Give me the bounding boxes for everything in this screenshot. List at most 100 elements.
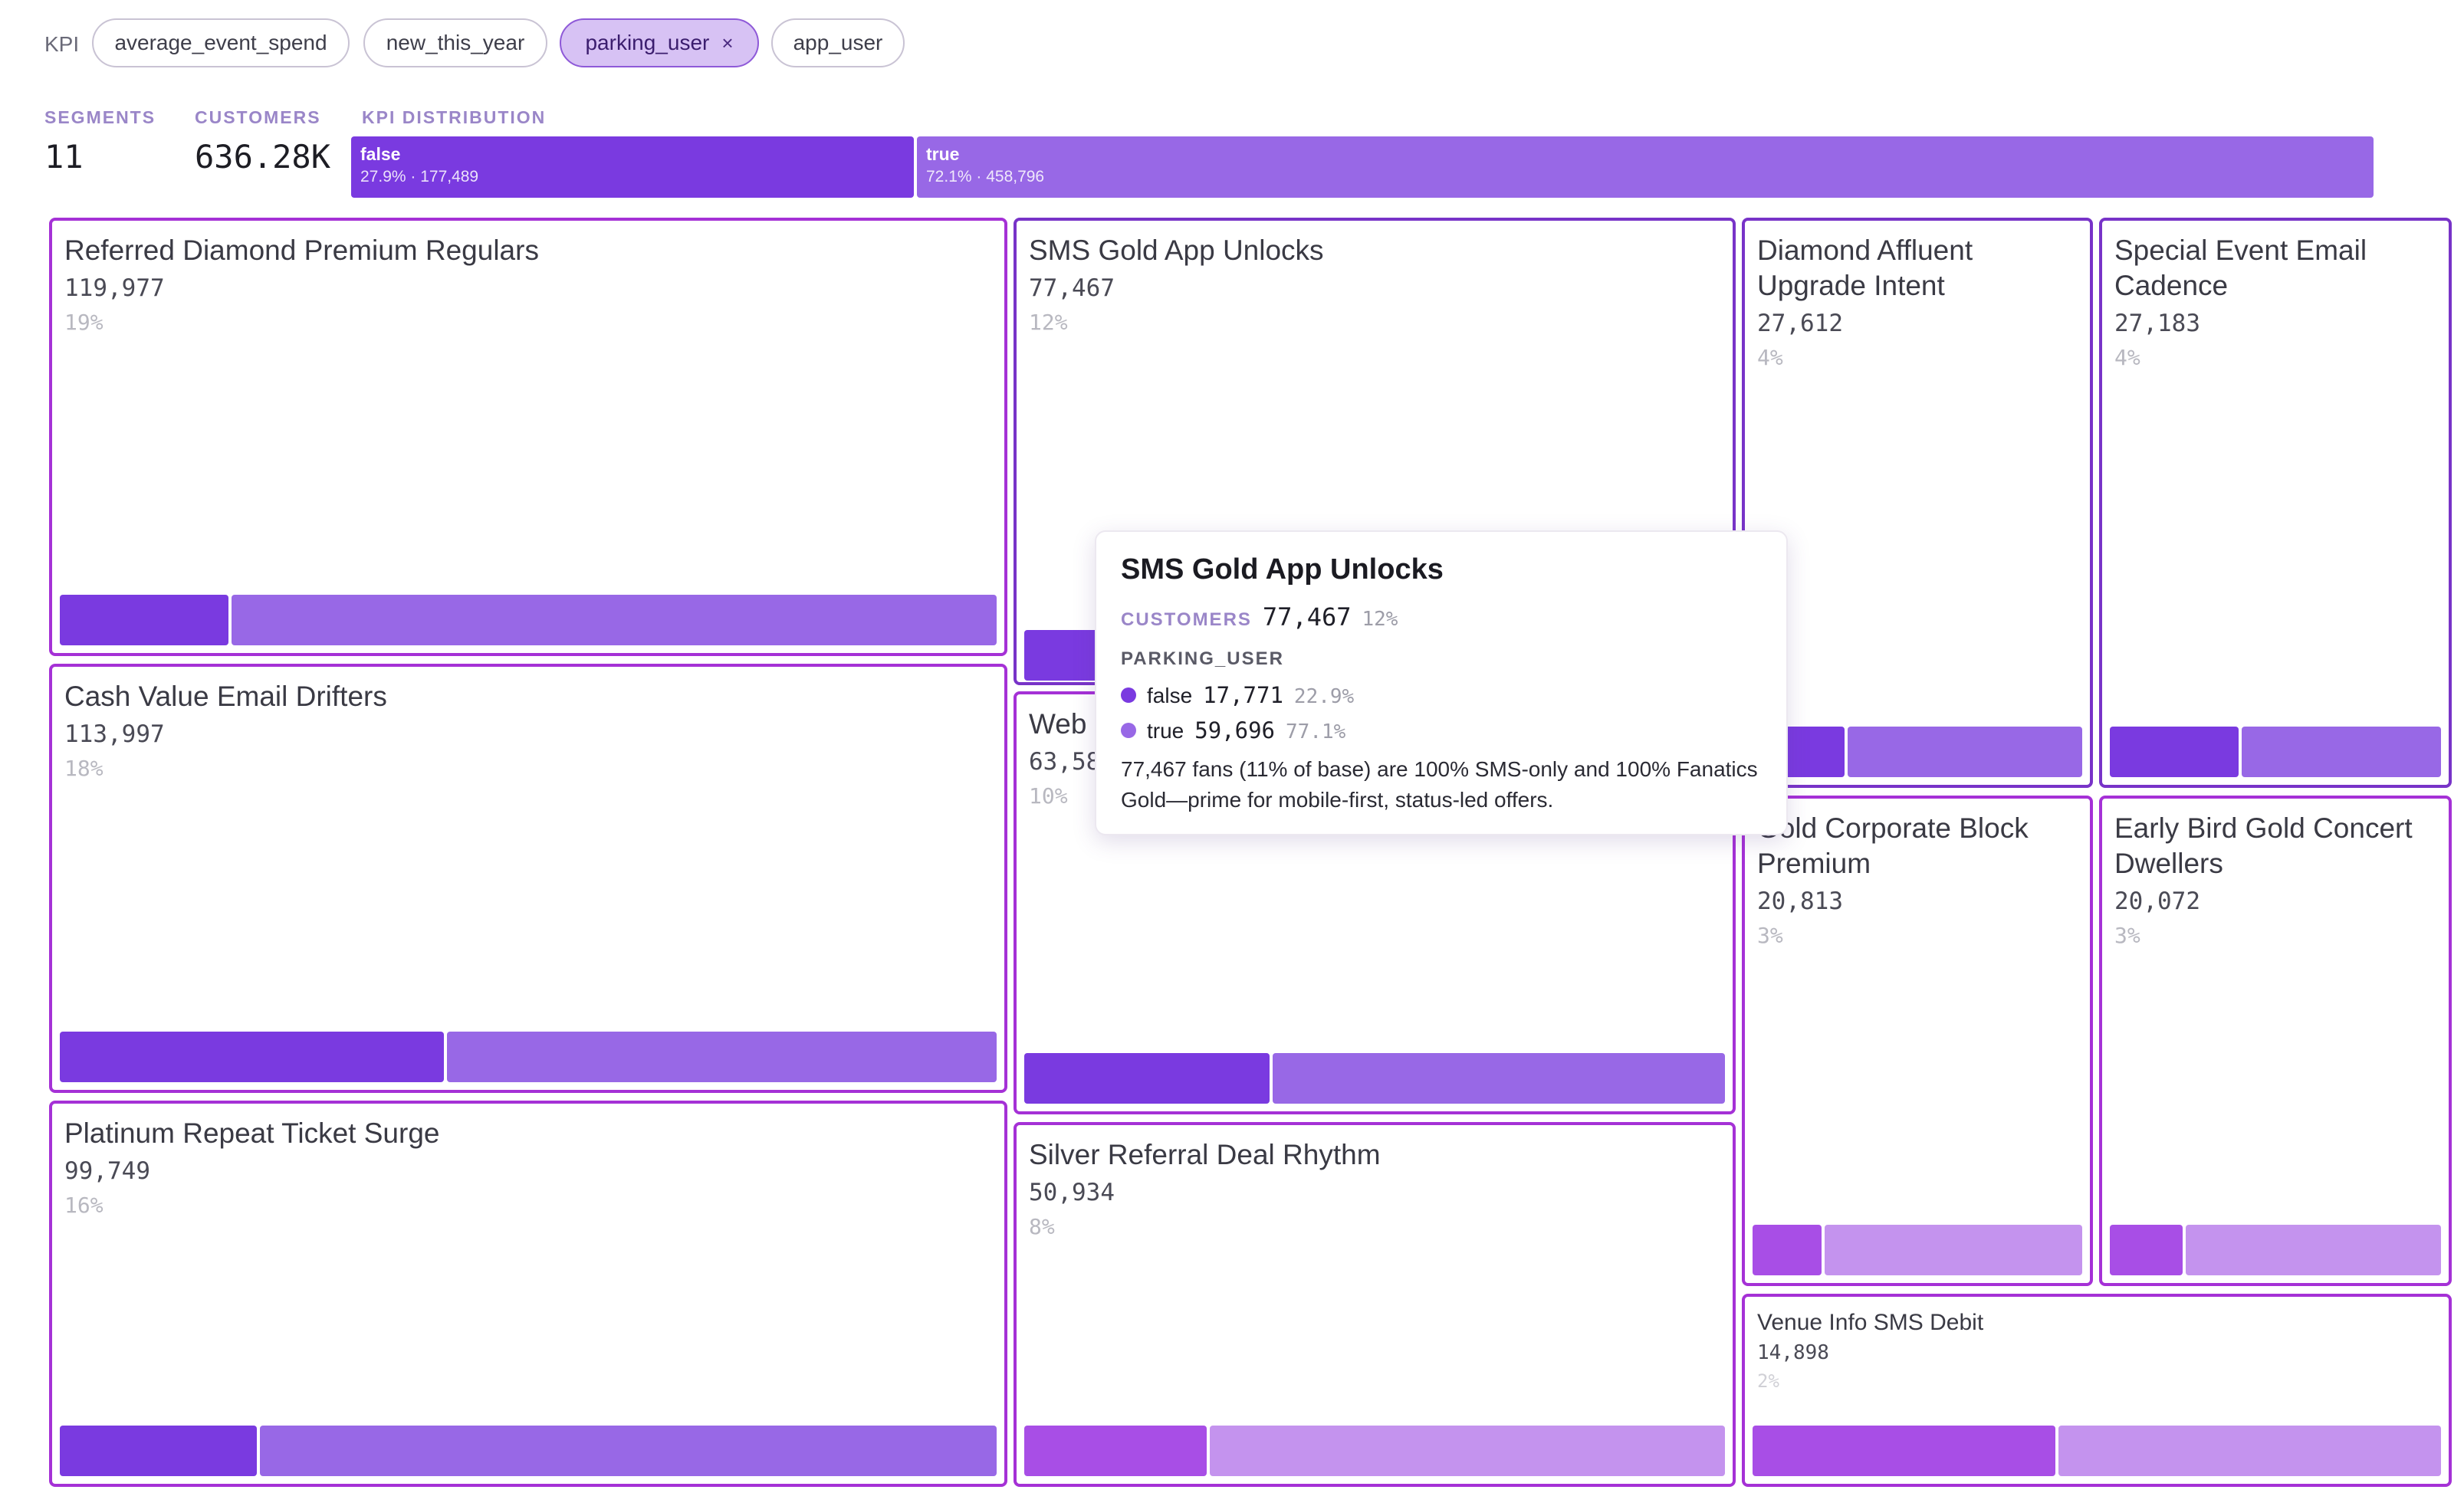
kpi-chip-new-this-year[interactable]: new_this_year — [363, 18, 547, 67]
segment-bar-true[interactable] — [2186, 1225, 2441, 1275]
tooltip-customers-value: 77,467 — [1262, 602, 1352, 632]
kpi-chip-app-user[interactable]: app_user — [771, 18, 905, 67]
tooltip-kpi-label: PARKING_USER — [1121, 648, 1284, 669]
segment-bar-false[interactable] — [60, 595, 228, 645]
tooltip-kpi-heading: PARKING_USER — [1121, 648, 1284, 670]
distribution-true-name: true — [926, 144, 960, 164]
segment-bar-true[interactable] — [2058, 1426, 2441, 1476]
kpi-chip-label: average_event_spend — [114, 31, 327, 54]
distribution-false-name: false — [360, 144, 401, 164]
segment-percent: 8% — [1029, 1214, 1055, 1239]
segment-title: Early Bird Gold Concert Dwellers — [2114, 812, 2413, 879]
tooltip-row-value: 59,696 — [1194, 717, 1276, 743]
segment-tile[interactable]: Venue Info SMS Debit 14,898 2% — [1742, 1294, 2452, 1487]
segment-percent: 3% — [2114, 923, 2140, 948]
segment-tile[interactable]: Diamond Affluent Upgrade Intent 27,612 4… — [1742, 218, 2093, 788]
segment-title: SMS Gold App Unlocks — [1029, 235, 1324, 266]
segment-title: Platinum Repeat Ticket Surge — [64, 1117, 440, 1149]
tooltip-row-false: false 17,771 22.9% — [1121, 682, 1354, 708]
kpi-chip-label: new_this_year — [386, 31, 525, 54]
legend-dot-false-icon — [1121, 687, 1136, 703]
segment-percent: 2% — [1757, 1370, 1779, 1392]
distribution-true-detail: 72.1% · 458,796 — [926, 168, 1045, 185]
segment-tile[interactable]: Special Event Email Cadence 27,183 4% — [2099, 218, 2452, 788]
kpi-label: KPI — [44, 32, 80, 56]
customers-label: CUSTOMERS — [195, 107, 321, 127]
segment-title: Gold Corporate Block Premium — [1757, 812, 2029, 879]
segment-tile[interactable]: Cash Value Email Drifters 113,997 18% — [49, 664, 1007, 1093]
segment-tile[interactable]: Referred Diamond Premium Regulars 119,97… — [49, 218, 1007, 656]
segment-count: 77,467 — [1029, 274, 1115, 302]
kpi-chip-label: app_user — [793, 31, 883, 54]
tooltip-title: SMS Gold App Unlocks — [1121, 553, 1444, 586]
tooltip-row-value: 17,771 — [1203, 682, 1283, 708]
customers-value: 636.28K — [195, 138, 331, 176]
segment-bar-false[interactable] — [2110, 727, 2239, 777]
segment-bar-true[interactable] — [232, 595, 997, 645]
distribution-false-detail: 27.9% · 177,489 — [360, 168, 479, 185]
segment-percent: 3% — [1757, 923, 1783, 948]
segment-count: 20,072 — [2114, 888, 2200, 915]
segment-percent: 4% — [2114, 345, 2140, 370]
legend-dot-true-icon — [1121, 723, 1136, 738]
tooltip-customers-percent: 12% — [1362, 608, 1398, 631]
segment-tile[interactable]: Gold Corporate Block Premium 20,813 3% — [1742, 796, 2093, 1286]
tooltip-row-key: false — [1147, 684, 1193, 707]
distribution-segment-false[interactable]: false 27.9% · 177,489 — [351, 136, 914, 198]
remove-chip-icon[interactable]: × — [721, 31, 733, 55]
distribution-segment-true[interactable]: true 72.1% · 458,796 — [917, 136, 2374, 198]
segment-bar-true[interactable] — [447, 1032, 997, 1082]
kpi-chip-parking-user[interactable]: parking_user × — [560, 18, 759, 67]
segment-percent: 4% — [1757, 345, 1783, 370]
segment-bar-true[interactable] — [2242, 727, 2441, 777]
tooltip-row-true: true 59,696 77.1% — [1121, 717, 1345, 743]
segment-bar-true[interactable] — [1825, 1225, 2082, 1275]
tooltip-row-percent: 22.9% — [1293, 685, 1355, 708]
segment-count: 27,183 — [2114, 310, 2200, 337]
segment-tile[interactable]: Platinum Repeat Ticket Surge 99,749 16% — [49, 1101, 1007, 1487]
tooltip-customers-row: CUSTOMERS 77,467 12% — [1121, 602, 1398, 632]
segment-percent: 12% — [1029, 310, 1068, 335]
segment-tooltip: SMS Gold App Unlocks CUSTOMERS 77,467 12… — [1095, 530, 1788, 835]
segment-bar-false[interactable] — [60, 1426, 257, 1476]
segment-title: Referred Diamond Premium Regulars — [64, 235, 539, 266]
segment-bar-true[interactable] — [1210, 1426, 1725, 1476]
segment-bar-false[interactable] — [2110, 1225, 2183, 1275]
segment-count: 113,997 — [64, 720, 165, 748]
segments-label: SEGMENTS — [44, 107, 156, 127]
segment-percent: 10% — [1029, 783, 1068, 809]
segment-count: 14,898 — [1757, 1341, 1829, 1364]
segment-count: 50,934 — [1029, 1179, 1115, 1206]
kpi-chip-label: parking_user — [585, 31, 710, 54]
segment-bar-false[interactable] — [1024, 1053, 1270, 1104]
tooltip-customers-label: CUSTOMERS — [1121, 609, 1252, 630]
segment-bar-false[interactable] — [1753, 1225, 1822, 1275]
segment-bar-false[interactable] — [60, 1032, 444, 1082]
segment-percent: 18% — [64, 756, 103, 781]
segment-bar-false[interactable] — [1753, 1426, 2055, 1476]
segment-count: 99,749 — [64, 1157, 150, 1185]
segment-count: 119,977 — [64, 274, 165, 302]
tooltip-description: 77,467 fans (11% of base) are 100% SMS-o… — [1121, 757, 1758, 812]
segment-title: Venue Info SMS Debit — [1757, 1310, 1984, 1335]
tooltip-row-percent: 77.1% — [1286, 720, 1346, 743]
segment-percent: 19% — [64, 310, 103, 335]
segment-bar-true[interactable] — [1848, 727, 2082, 777]
segment-bar-true[interactable] — [260, 1426, 997, 1476]
segment-count: 63,58 — [1029, 748, 1101, 776]
segment-count: 20,813 — [1757, 888, 1843, 915]
segment-title: Silver Referral Deal Rhythm — [1029, 1139, 1381, 1170]
segment-title: Special Event Email Cadence — [2114, 235, 2367, 301]
segment-percent: 16% — [64, 1193, 103, 1218]
kpi-distribution-label: KPI DISTRIBUTION — [362, 107, 547, 127]
segment-tile[interactable]: Silver Referral Deal Rhythm 50,934 8% — [1014, 1122, 1736, 1487]
segment-count: 27,612 — [1757, 310, 1843, 337]
segment-bar-false[interactable] — [1024, 1426, 1207, 1476]
segment-title: Diamond Affluent Upgrade Intent — [1757, 235, 1973, 301]
kpi-chip-average-event-spend[interactable]: average_event_spend — [92, 18, 350, 67]
segment-tile[interactable]: Early Bird Gold Concert Dwellers 20,072 … — [2099, 796, 2452, 1286]
segment-bar-true[interactable] — [1273, 1053, 1725, 1104]
segment-title: Cash Value Email Drifters — [64, 681, 387, 712]
tooltip-row-key: true — [1147, 719, 1184, 743]
segments-value: 11 — [44, 138, 84, 176]
